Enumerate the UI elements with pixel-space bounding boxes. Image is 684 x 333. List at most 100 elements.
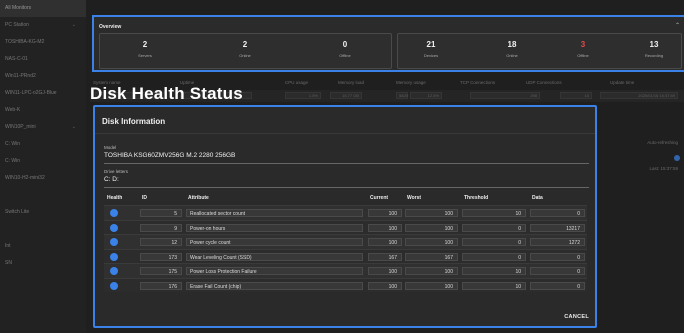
cell-threshold: 10 bbox=[462, 209, 526, 217]
column-threshold[interactable]: Threshold bbox=[464, 195, 488, 201]
cell-current: 100 bbox=[368, 267, 402, 275]
sidebar-item[interactable]: WIN10P_mini ⌄ bbox=[0, 119, 86, 136]
sidebar-item[interactable] bbox=[0, 187, 86, 204]
sidebar: All Monitors PC Station ⌄ TOSHIBA-KG-M2 NAS-… bbox=[0, 0, 86, 333]
sidebar-item[interactable]: Win11-PRnd2 bbox=[0, 68, 86, 85]
sidebar-item-label: Web-K bbox=[5, 107, 21, 113]
column-current[interactable]: Current bbox=[370, 195, 388, 201]
cell-current: 167 bbox=[368, 252, 402, 261]
sidebar-item[interactable]: Web-K bbox=[0, 102, 86, 119]
table-cell: 10 bbox=[560, 92, 592, 99]
cell-id: 175 bbox=[140, 267, 182, 275]
cell-attribute: Erase Fail Count (chip) bbox=[186, 281, 363, 290]
overview-title: Overview bbox=[99, 24, 122, 30]
sidebar-item[interactable]: NAS-C-01 bbox=[0, 51, 86, 68]
smart-attributes-table: Health ID Attribute Current Worst Thresh… bbox=[104, 191, 587, 292]
table-row[interactable]: 173 Wear Leveling Count (SSD) 167 167 0 0 bbox=[104, 248, 587, 263]
cell-id: 12 bbox=[140, 238, 182, 246]
table-row[interactable]: 176 Erase Fail Count (chip) 100 100 10 0 bbox=[104, 277, 587, 292]
sidebar-item[interactable]: Int bbox=[0, 238, 86, 255]
sidebar-item-label: WIN10P_mini bbox=[5, 124, 36, 130]
stat-value: 2 bbox=[142, 40, 148, 49]
table-cell: 12.5% bbox=[410, 92, 442, 99]
model-value: TOSHIBA KSG60ZMV256G M.2 2280 256GB bbox=[104, 152, 236, 159]
model-label: Model bbox=[104, 145, 117, 150]
column-header: Update time bbox=[610, 80, 635, 85]
stat-label: Offline bbox=[339, 53, 351, 58]
cell-worst: 100 bbox=[405, 223, 458, 232]
chevron-down-icon[interactable]: ⌄ bbox=[72, 119, 76, 136]
sidebar-item-label: PC Station bbox=[5, 22, 29, 28]
sidebar-item[interactable]: WIN10-H2-mini32 bbox=[0, 170, 86, 187]
table-row[interactable]: 12 Power cycle count 100 100 0 1272 bbox=[104, 234, 587, 249]
cell-threshold: 10 bbox=[462, 267, 526, 275]
stat-item: 2 Servers bbox=[115, 40, 175, 58]
divider bbox=[104, 163, 589, 164]
cell-data: 0 bbox=[530, 267, 585, 275]
cancel-button[interactable]: CANCEL bbox=[564, 314, 589, 320]
column-health[interactable]: Health bbox=[107, 195, 122, 201]
column-worst[interactable]: Worst bbox=[407, 195, 421, 201]
health-status-icon bbox=[110, 209, 118, 217]
table-cell: 5820 bbox=[396, 92, 408, 99]
table-cell: 298 bbox=[470, 92, 540, 99]
chevron-down-icon[interactable]: ⌄ bbox=[72, 17, 76, 34]
column-data[interactable]: Data bbox=[532, 195, 543, 201]
cell-data: 0 bbox=[530, 281, 585, 290]
sidebar-item[interactable]: C: Win bbox=[0, 153, 86, 170]
stat-item: 2 Online bbox=[215, 40, 275, 58]
auto-refresh-label: Auto-refreshing bbox=[647, 140, 678, 145]
chevron-up-icon[interactable]: ⌃ bbox=[675, 22, 680, 29]
divider bbox=[95, 133, 595, 134]
sidebar-item[interactable] bbox=[0, 221, 86, 238]
sidebar-item-label: WIN11-LPC-o2GJ-Blue bbox=[5, 90, 57, 96]
sidebar-item-label: Win11-PRnd2 bbox=[5, 73, 36, 79]
health-status-icon bbox=[110, 252, 118, 261]
table-row[interactable]: 5 Reallocated sector count 100 100 10 0 bbox=[104, 205, 587, 220]
health-status-icon bbox=[110, 281, 118, 290]
cell-worst: 100 bbox=[405, 267, 458, 275]
sidebar-item[interactable]: SN bbox=[0, 255, 86, 272]
sidebar-item[interactable]: TOSHIBA-KG-M2 bbox=[0, 34, 86, 51]
sidebar-item-label: C: Win bbox=[5, 141, 20, 147]
last-update-time: Last: 15:37:59 bbox=[649, 166, 678, 171]
table-row[interactable]: 175 Power Loss Protection Failure 100 100 10… bbox=[104, 263, 587, 278]
sidebar-item-label: SN bbox=[5, 260, 12, 266]
toggle-icon[interactable] bbox=[674, 155, 680, 161]
column-id[interactable]: ID bbox=[142, 195, 147, 201]
stat-item: 3 Offline bbox=[553, 40, 613, 58]
cell-id: 173 bbox=[140, 252, 182, 261]
column-attribute[interactable]: Attribute bbox=[188, 195, 209, 201]
stat-value: 21 bbox=[426, 40, 436, 49]
stat-label: Offline bbox=[577, 53, 589, 58]
sidebar-item[interactable]: PC Station ⌄ bbox=[0, 17, 86, 34]
stat-value: 18 bbox=[507, 40, 517, 49]
cell-worst: 100 bbox=[405, 238, 458, 246]
health-status-icon bbox=[110, 223, 118, 232]
devices-summary: 21 Devices 18 Online 3 Offline 13 Recording bbox=[397, 33, 682, 69]
column-header: UDP Connections bbox=[526, 80, 562, 85]
cell-worst: 100 bbox=[405, 281, 458, 290]
disk-information-dialog: Disk Information Model TOSHIBA KSG60ZMV2… bbox=[93, 105, 597, 328]
cell-threshold: 0 bbox=[462, 223, 526, 232]
stat-label: Servers bbox=[138, 53, 152, 58]
cell-worst: 100 bbox=[405, 209, 458, 217]
stat-value: 2 bbox=[242, 40, 248, 49]
dialog-title: Disk Information bbox=[102, 117, 166, 126]
sidebar-item[interactable]: WIN11-LPC-o2GJ-Blue bbox=[0, 85, 86, 102]
cell-attribute: Power-on hours bbox=[186, 223, 363, 232]
stat-label: Online bbox=[239, 53, 251, 58]
table-row[interactable]: 9 Power-on hours 100 100 0 13217 bbox=[104, 219, 587, 234]
column-header: CPU usage bbox=[285, 80, 309, 85]
sidebar-item[interactable]: All Monitors bbox=[0, 0, 86, 17]
sidebar-item-label: Switch Lite bbox=[5, 209, 30, 215]
stat-value: 3 bbox=[580, 40, 586, 49]
sidebar-item[interactable]: C: Win bbox=[0, 136, 86, 153]
overview-panel: Overview ⌃ 2 Servers 2 Online 0 Offline 21 Dev… bbox=[92, 15, 684, 72]
stat-value: 0 bbox=[342, 40, 348, 49]
sidebar-item-label: Int bbox=[5, 243, 11, 249]
page-title: Disk Health Status bbox=[90, 84, 243, 103]
health-status-icon bbox=[110, 267, 118, 275]
table-header: Health ID Attribute Current Worst Thresh… bbox=[104, 191, 587, 205]
sidebar-item[interactable]: Switch Lite bbox=[0, 204, 86, 221]
